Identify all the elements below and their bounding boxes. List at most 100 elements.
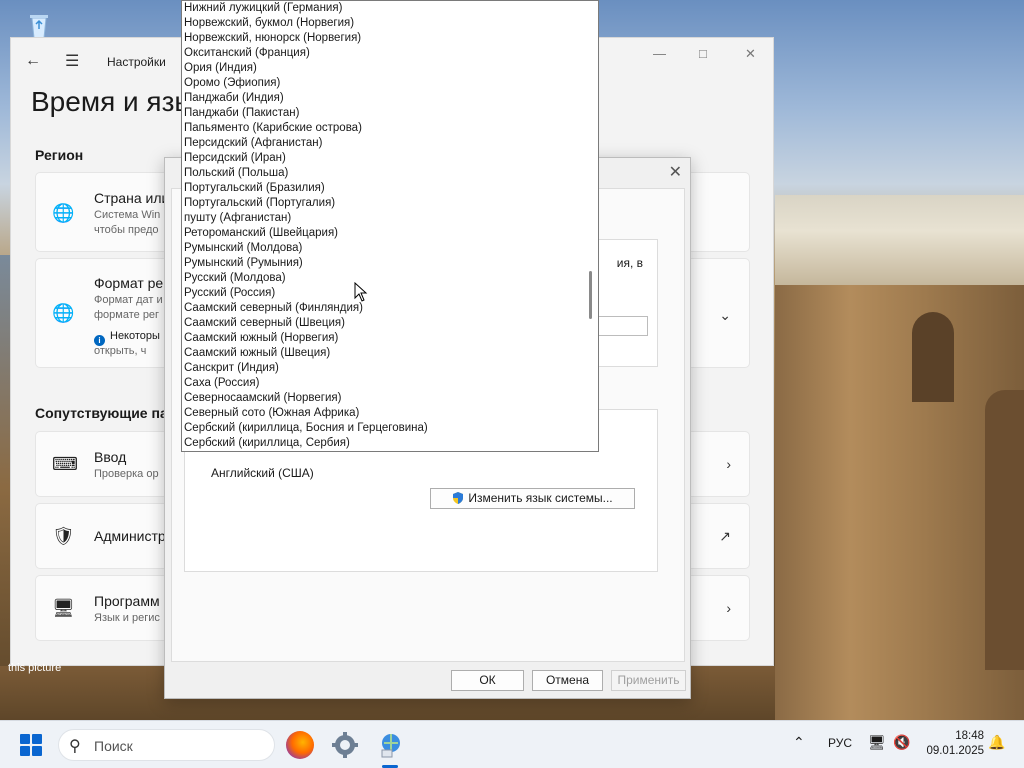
chevron-right-icon[interactable]: › [726, 456, 731, 472]
notification-bell-icon[interactable]: 🔔 [988, 734, 1005, 751]
related-settings-header: Сопутствующие пар [35, 405, 177, 421]
format-card-note-1: Некоторы [110, 330, 160, 342]
external-link-icon[interactable]: ↗ [719, 528, 731, 545]
clock[interactable]: 18:48 09.01.2025 [922, 729, 984, 759]
page-title: Время и язы [31, 86, 195, 117]
start-button[interactable] [20, 734, 42, 756]
wallpaper-town [775, 195, 1024, 285]
apply-button[interactable]: Применить [611, 670, 686, 691]
dropdown-item[interactable]: Северный сото (Южная Африка) [184, 406, 584, 421]
dropdown-item[interactable]: Окситанский (Франция) [184, 46, 584, 61]
control-panel-icon[interactable] [376, 731, 404, 759]
dialog-partial-text: ия, в [616, 256, 643, 270]
dropdown-item[interactable]: Норвежский, нюнорск (Норвегия) [184, 31, 584, 46]
dropdown-item[interactable]: Польский (Польша) [184, 166, 584, 181]
dropdown-item[interactable]: Панджаби (Индия) [184, 91, 584, 106]
back-arrow-icon[interactable]: ← [25, 52, 41, 70]
change-system-language-button[interactable]: Изменить язык системы... [430, 488, 635, 509]
minimize-icon[interactable]: — [653, 46, 666, 61]
input-card-subtitle: Проверка ор [94, 468, 159, 480]
dropdown-items: Нижний лужицкий (Германия) Норвежский, бу… [184, 1, 584, 451]
dropdown-item[interactable]: Сербский (кириллица, Сербия) [184, 436, 584, 451]
dropdown-item[interactable]: Ория (Индия) [184, 61, 584, 76]
windows-logo-tile [20, 734, 30, 744]
dropdown-item[interactable]: Панджаби (Пакистан) [184, 106, 584, 121]
format-card-subtitle-2: формате рег [94, 309, 160, 321]
country-card-subtitle-1: Система Win [94, 209, 161, 221]
taskbar-search[interactable]: ⚲ Поиск [58, 729, 275, 761]
admin-shield-icon: 🛡 [52, 526, 75, 546]
dropdown-item[interactable]: Саамский северный (Финляндия) [184, 301, 584, 316]
dropdown-item[interactable]: Северносаамский (Норвегия) [184, 391, 584, 406]
dropdown-item[interactable]: Сербский (кириллица, Босния и Герцеговин… [184, 421, 584, 436]
uac-shield-icon [453, 492, 464, 504]
format-card-note-2: открыть, ч [94, 345, 147, 357]
format-card-title: Формат ре [94, 275, 164, 291]
region-section-header: Регион [35, 147, 84, 163]
clock-time: 18:48 [955, 730, 984, 742]
globe-icon: 🌐 [52, 203, 75, 223]
hamburger-menu-icon[interactable]: ☰ [65, 51, 79, 71]
dropdown-item[interactable]: Санскрит (Индия) [184, 361, 584, 376]
dropdown-item[interactable]: Нижний лужицкий (Германия) [184, 1, 584, 16]
wallpaper-caption: this picture [8, 662, 62, 674]
recycle-bin-icon[interactable] [22, 12, 56, 40]
windows-logo-tile [20, 746, 30, 756]
search-icon: ⚲ [69, 738, 81, 755]
dropdown-item[interactable]: пушту (Афганистан) [184, 211, 584, 226]
dropdown-item[interactable]: Саамский южный (Швеция) [184, 346, 584, 361]
dropdown-item[interactable]: Русский (Молдова) [184, 271, 584, 286]
change-system-language-label: Изменить язык системы... [468, 491, 613, 505]
firefox-icon[interactable] [286, 731, 314, 759]
dropdown-scrollbar-thumb[interactable] [589, 271, 592, 319]
input-language-indicator[interactable]: РУС [828, 736, 852, 750]
country-card-title: Страна или [94, 190, 170, 206]
mouse-cursor-icon [354, 282, 368, 302]
clock-date: 09.01.2025 [926, 745, 984, 757]
format-language-icon: 🌐 [52, 303, 75, 323]
dropdown-item[interactable]: Саамский южный (Норвегия) [184, 331, 584, 346]
dropdown-item[interactable]: Саамский северный (Швеция) [184, 316, 584, 331]
maximize-icon[interactable]: □ [699, 46, 707, 61]
wallpaper-arch-large [985, 390, 1024, 670]
input-card-title: Ввод [94, 449, 127, 465]
dropdown-item[interactable]: Оромо (Эфиопия) [184, 76, 584, 91]
program-icon: 🖥 [52, 598, 75, 618]
dropdown-item[interactable]: Норвежский, букмол (Норвегия) [184, 16, 584, 31]
search-label: Поиск [94, 738, 133, 754]
settings-gear-icon[interactable] [331, 731, 359, 759]
cancel-button[interactable]: Отмена [532, 670, 603, 691]
wallpaper-arch [912, 312, 954, 402]
keyboard-icon: ⌨ [52, 454, 78, 474]
format-card-subtitle-1: Формат дат и [94, 294, 163, 306]
program-card-subtitle: Язык и регис [94, 612, 160, 624]
ok-button[interactable]: ОК [451, 670, 524, 691]
volume-muted-icon[interactable]: 🔇 [893, 734, 910, 751]
dropdown-item[interactable]: Папьяменто (Карибские острова) [184, 121, 584, 136]
dropdown-item[interactable]: Персидский (Иран) [184, 151, 584, 166]
chevron-right-icon[interactable]: › [726, 600, 731, 616]
dropdown-item[interactable]: Саха (Россия) [184, 376, 584, 391]
dropdown-item[interactable]: Русский (Россия) [184, 286, 584, 301]
wallpaper-left-strip [0, 255, 10, 720]
dropdown-item[interactable]: Португальский (Португалия) [184, 196, 584, 211]
chevron-down-icon[interactable]: ⌄ [719, 307, 731, 324]
dialog-close-icon[interactable]: ✕ [669, 162, 682, 182]
close-icon[interactable]: ✕ [745, 46, 756, 62]
dropdown-item[interactable]: Румынский (Румыния) [184, 256, 584, 271]
dropdown-item[interactable]: Персидский (Афганистан) [184, 136, 584, 151]
chevron-up-icon[interactable]: ⌃ [793, 734, 805, 751]
language-dropdown-list[interactable]: Нижний лужицкий (Германия) Норвежский, бу… [181, 0, 599, 452]
dropdown-item[interactable]: Ретороманский (Швейцария) [184, 226, 584, 241]
country-card-subtitle-2: чтобы предо [94, 224, 159, 236]
system-language-value: Английский (США) [211, 466, 314, 480]
program-card-title: Программ [94, 593, 160, 609]
windows-logo-tile [32, 746, 42, 756]
network-icon[interactable]: 🖥 [868, 734, 886, 751]
dropdown-item[interactable]: Румынский (Молдова) [184, 241, 584, 256]
settings-app-title: Настройки [107, 55, 166, 69]
windows-logo-tile [32, 734, 42, 744]
taskbar: ⚲ Поиск ⌃ РУС 🖥 🔇 18:48 09.01.2025 🔔 [0, 720, 1024, 768]
dropdown-item[interactable]: Португальский (Бразилия) [184, 181, 584, 196]
admin-card-title: Администр [94, 528, 166, 544]
